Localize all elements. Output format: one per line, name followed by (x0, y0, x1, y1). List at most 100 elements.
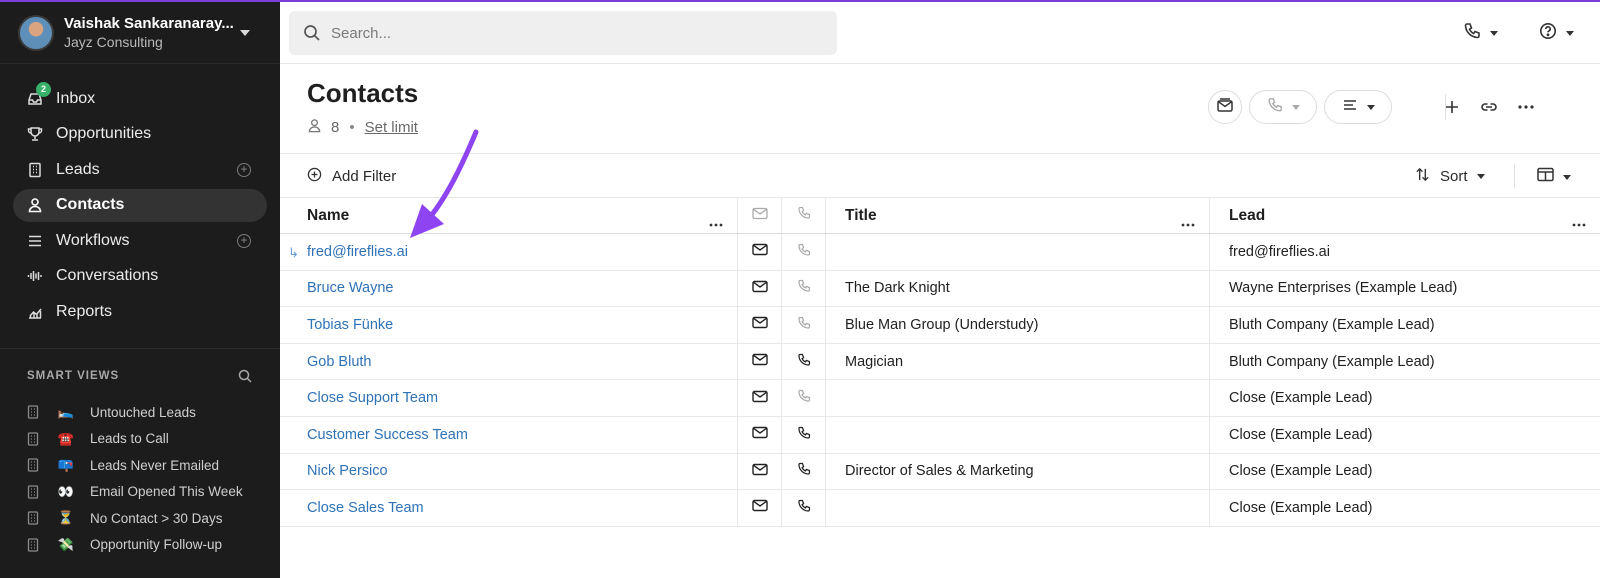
column-header-title[interactable]: Title (826, 198, 1210, 233)
more-icon[interactable] (709, 214, 723, 232)
account-switcher[interactable]: Vaishak Sankaranaray... Jayz Consulting (0, 2, 280, 64)
column-header-phone[interactable] (782, 198, 826, 233)
sort-button[interactable]: Sort (1415, 167, 1485, 186)
building-icon (27, 432, 39, 446)
bulk-call-button[interactable] (1249, 90, 1317, 124)
chevron-down-icon (1291, 104, 1300, 110)
search-icon[interactable] (238, 369, 252, 383)
smart-view-item[interactable]: 👀 Email Opened This Week (27, 479, 267, 506)
column-header-lead[interactable]: Lead (1210, 198, 1600, 233)
lead-cell[interactable]: Close (Example Lead) (1210, 380, 1600, 416)
contact-name-link[interactable]: Close Sales Team (307, 500, 424, 516)
email-cell[interactable] (738, 270, 782, 307)
table-row[interactable]: Tobias Fünke Blue Man Group (Understudy) B… (280, 307, 1600, 344)
chevron-down-icon (1563, 174, 1571, 180)
contact-name-link[interactable]: Gob Bluth (307, 354, 372, 370)
set-limit-link[interactable]: Set limit (365, 119, 418, 136)
lead-cell[interactable]: Wayne Enterprises (Example Lead) (1210, 271, 1600, 307)
eyes-emoji-icon: 👀 (57, 483, 75, 499)
name-cell: Nick Persico (280, 453, 738, 490)
name-cell: Tobias Fünke (280, 307, 738, 343)
email-cell[interactable] (738, 343, 782, 380)
inbox-count-badge: 2 (36, 82, 51, 97)
phone-cell[interactable] (782, 307, 826, 343)
telephone-emoji-icon: ☎️ (57, 430, 75, 446)
add-filter-label: Add Filter (332, 168, 397, 185)
lead-cell[interactable]: Close (Example Lead) (1210, 454, 1600, 490)
column-header-email[interactable] (738, 198, 782, 233)
contact-name-link[interactable]: Nick Persico (307, 463, 388, 479)
table-row[interactable]: ↳ fred@fireflies.ai fred@fireflies.ai (280, 234, 1600, 271)
phone-cell[interactable] (782, 490, 826, 526)
sidebar-item-reports[interactable]: Reports (13, 295, 267, 328)
contact-name-link[interactable]: Close Support Team (307, 390, 438, 406)
top-accent-line (0, 0, 1600, 2)
lead-cell[interactable]: Close (Example Lead) (1210, 490, 1600, 526)
sidebar-item-label: Conversations (56, 267, 159, 284)
smart-view-item[interactable]: ☎️ Leads to Call (27, 426, 267, 453)
column-header-name[interactable]: Name (280, 198, 738, 233)
table-row[interactable]: Nick Persico Director of Sales & Marketin… (280, 453, 1600, 491)
contact-name-link[interactable]: fred@fireflies.ai (307, 244, 408, 260)
lead-cell[interactable]: fred@fireflies.ai (1210, 234, 1600, 270)
add-filter-button[interactable]: Add Filter (307, 167, 396, 186)
bulk-actions-button[interactable] (1324, 90, 1392, 124)
contact-name-link[interactable]: Tobias Fünke (307, 317, 393, 333)
phone-cell[interactable] (782, 453, 826, 490)
email-cell[interactable] (738, 453, 782, 490)
sidebar-item-inbox[interactable]: 2 Inbox (13, 82, 267, 115)
sidebar-item-contacts[interactable]: Contacts (13, 188, 267, 222)
building-icon (27, 405, 39, 419)
more-icon[interactable] (1572, 214, 1586, 232)
contact-name-link[interactable]: Customer Success Team (307, 427, 468, 443)
lead-name: Close (Example Lead) (1229, 390, 1373, 407)
link-icon[interactable] (1479, 97, 1499, 117)
sidebar-item-conversations[interactable]: Conversations (13, 260, 267, 293)
phone-cell[interactable] (782, 343, 826, 380)
chevron-down-icon[interactable] (240, 30, 250, 36)
sidebar-item-workflows[interactable]: Workflows + (13, 224, 267, 257)
search-bar[interactable] (289, 11, 837, 55)
email-cell[interactable] (738, 234, 782, 270)
columns-button[interactable] (1537, 167, 1571, 187)
smart-view-item[interactable]: 📪 Leads Never Emailed (27, 452, 267, 479)
lead-cell[interactable]: Bluth Company (Example Lead) (1210, 344, 1600, 380)
email-cell[interactable] (738, 380, 782, 416)
table-row[interactable]: Bruce Wayne The Dark Knight Wayne Enterpri… (280, 270, 1600, 308)
email-cell[interactable] (738, 307, 782, 343)
table-row[interactable]: Customer Success Team Close (Example Lead… (280, 416, 1600, 454)
contact-name-link[interactable]: Bruce Wayne (307, 280, 394, 296)
smart-view-item[interactable]: 🛌 Untouched Leads (27, 399, 267, 426)
lead-cell[interactable]: Bluth Company (Example Lead) (1210, 307, 1600, 343)
email-cell[interactable] (738, 416, 782, 453)
name-cell: ↳ fred@fireflies.ai (280, 234, 738, 270)
phone-cell[interactable] (782, 234, 826, 270)
add-workflow-icon[interactable]: + (237, 234, 251, 248)
smart-view-item[interactable]: ⏳ No Contact > 30 Days (27, 505, 267, 532)
plus-icon[interactable] (1442, 97, 1462, 117)
smart-view-label: No Contact > 30 Days (90, 510, 223, 526)
title-cell: The Dark Knight (826, 270, 1210, 307)
hourglass-emoji-icon: ⏳ (57, 510, 75, 526)
chevron-down-icon (1476, 174, 1485, 179)
more-icon[interactable] (1181, 214, 1195, 232)
lead-cell[interactable]: Close (Example Lead) (1210, 417, 1600, 453)
sidebar-item-opportunities[interactable]: Opportunities (13, 118, 267, 151)
email-cell[interactable] (738, 490, 782, 526)
sidebar-item-leads[interactable]: Leads + (13, 153, 267, 186)
phone-menu-button[interactable] (1463, 22, 1498, 45)
phone-cell[interactable] (782, 270, 826, 307)
bulk-email-button[interactable] (1208, 90, 1242, 124)
table-row[interactable]: Gob Bluth Magician Bluth Company (Example … (280, 343, 1600, 381)
phone-cell[interactable] (782, 416, 826, 453)
table-row[interactable]: Close Support Team Close (Example Lead) (280, 380, 1600, 417)
search-input[interactable] (331, 24, 811, 42)
more-icon[interactable] (1516, 97, 1536, 117)
help-menu-button[interactable] (1539, 22, 1574, 45)
phone-cell[interactable] (782, 380, 826, 416)
title-cell (826, 234, 1210, 270)
table-row[interactable]: Close Sales Team Close (Example Lead) (280, 490, 1600, 527)
smart-views-list: 🛌 Untouched Leads ☎️ Leads to Call 📪 Lea… (27, 399, 267, 558)
smart-view-item[interactable]: 💸 Opportunity Follow-up (27, 532, 267, 559)
add-lead-icon[interactable]: + (237, 163, 251, 177)
